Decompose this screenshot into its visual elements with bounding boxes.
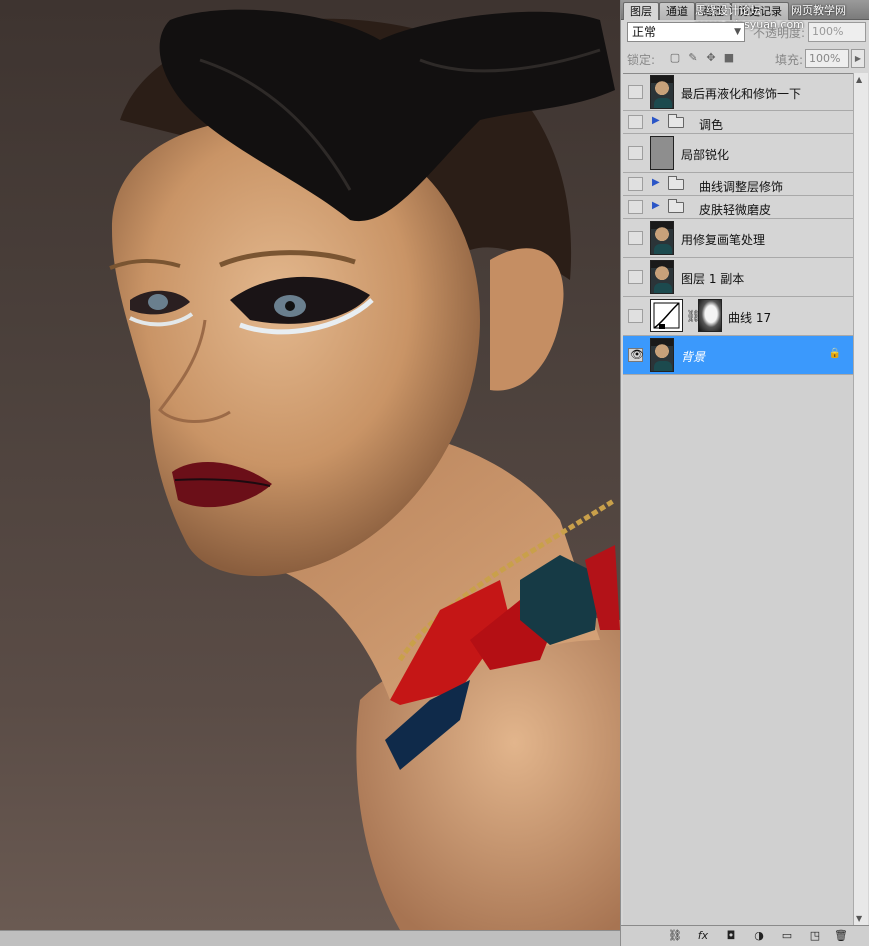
layer-name: 图层 1 副本 <box>681 272 745 286</box>
mask-icon[interactable]: ◘ <box>723 929 739 943</box>
panel-tabs: 图层 通道 路径 历史记录 思缘设计论坛 www.missyuan.com 网页… <box>621 0 869 31</box>
watermark-site: 网页教学网 <box>791 4 846 17</box>
scroll-up-icon[interactable]: ▲ <box>856 75 862 84</box>
visibility-toggle[interactable] <box>628 200 643 214</box>
visibility-toggle[interactable] <box>628 177 643 191</box>
blend-mode-select[interactable]: 正常 ▼ <box>627 22 745 42</box>
opacity-label: 不透明度: <box>753 26 806 40</box>
fill-stepper-icon[interactable]: ▶ <box>851 49 865 68</box>
tab-channels[interactable]: 通道 <box>659 2 695 20</box>
eye-icon: 👁 <box>630 348 644 361</box>
layer-group-row[interactable]: ▶ 调色 <box>623 111 853 134</box>
layer-thumbnail <box>650 136 674 170</box>
visibility-toggle[interactable] <box>628 85 643 99</box>
visibility-toggle[interactable]: 👁 <box>628 348 644 362</box>
link-icon[interactable]: ⛓ <box>667 929 683 943</box>
layer-row-selected[interactable]: 👁 背景 🔒 <box>623 336 853 375</box>
folder-icon <box>668 176 684 190</box>
curves-adjustment-icon <box>650 299 683 332</box>
canvas-status-strip <box>0 930 620 946</box>
group-name: 调色 <box>699 118 724 132</box>
blend-row: 正常 ▼ 不透明度: 100% <box>625 22 866 44</box>
layer-thumbnail <box>650 260 674 294</box>
group-name: 皮肤轻微磨皮 <box>699 203 772 217</box>
group-folder-icon[interactable]: ▭ <box>779 929 795 943</box>
portrait-photo <box>109 9 620 930</box>
expand-triangle-icon[interactable]: ▶ <box>652 200 660 211</box>
layer-row[interactable]: 局部锐化 <box>623 134 853 173</box>
layer-group-row[interactable]: ▶ 皮肤轻微磨皮 <box>623 196 853 219</box>
trash-icon[interactable]: 🗑 <box>833 929 849 943</box>
layer-row[interactable]: 最后再液化和修饰一下 <box>623 74 853 111</box>
visibility-toggle[interactable] <box>628 270 643 284</box>
fill-label: 填充: <box>775 53 804 67</box>
new-layer-icon[interactable]: ◳ <box>807 929 823 943</box>
lock-transparency-icon[interactable]: ▢ <box>669 51 681 64</box>
folder-icon <box>668 199 684 213</box>
layer-mask-thumbnail[interactable] <box>698 299 722 332</box>
adjustment-icon[interactable]: ◑ <box>751 929 767 943</box>
adjustment-layer-row[interactable]: ⛓ 曲线 17 <box>623 297 853 336</box>
fx-icon[interactable]: fx <box>695 929 711 943</box>
blend-mode-value: 正常 <box>632 25 657 39</box>
expand-triangle-icon[interactable]: ▶ <box>652 115 660 126</box>
layer-name: 背景 <box>681 350 706 364</box>
visibility-toggle[interactable] <box>628 231 643 245</box>
fill-field[interactable]: 100% <box>805 49 849 68</box>
layer-thumbnail <box>650 221 674 255</box>
lock-row: 锁定: ▢ ✎ ✥ ■ 填充: 100% ▶ <box>625 48 866 70</box>
layer-name: 局部锐化 <box>681 148 730 162</box>
tab-layers[interactable]: 图层 <box>623 2 659 20</box>
scroll-down-icon[interactable]: ▼ <box>856 914 862 923</box>
visibility-toggle[interactable] <box>628 309 643 323</box>
visibility-toggle[interactable] <box>628 115 643 129</box>
lock-move-icon[interactable]: ✥ <box>705 51 717 64</box>
lock-icon: 🔒 <box>828 348 841 359</box>
layer-name: 最后再液化和修饰一下 <box>681 87 802 101</box>
group-name: 曲线调整层修饰 <box>699 180 784 194</box>
visibility-toggle[interactable] <box>628 146 643 160</box>
lock-all-icon[interactable]: ■ <box>723 51 735 64</box>
layer-row[interactable]: 用修复画笔处理 <box>623 219 853 258</box>
layer-list: 最后再液化和修饰一下 ▶ 调色 局部锐化 ▶ 曲线调整层修饰 ▶ 皮肤轻微磨皮 <box>623 73 853 925</box>
layers-panel: 图层 通道 路径 历史记录 思缘设计论坛 www.missyuan.com 网页… <box>620 0 869 946</box>
panel-bottom-toolbar: ⛓ fx ◘ ◑ ▭ ◳ 🗑 <box>621 925 869 946</box>
layer-group-row[interactable]: ▶ 曲线调整层修饰 <box>623 173 853 196</box>
chevron-down-icon: ▼ <box>734 27 741 37</box>
expand-triangle-icon[interactable]: ▶ <box>652 177 660 188</box>
layer-thumbnail <box>650 75 674 109</box>
layer-name: 曲线 17 <box>728 311 772 325</box>
opacity-field[interactable]: 100% <box>808 22 866 42</box>
layer-list-scrollbar[interactable]: ▲ ▼ <box>853 73 868 925</box>
layer-thumbnail <box>650 338 674 372</box>
document-canvas[interactable] <box>0 0 620 930</box>
folder-icon <box>668 114 684 128</box>
layer-name: 用修复画笔处理 <box>681 233 766 247</box>
lock-brush-icon[interactable]: ✎ <box>687 51 699 64</box>
lock-label: 锁定: <box>627 53 656 67</box>
layer-row[interactable]: 图层 1 副本 <box>623 258 853 297</box>
